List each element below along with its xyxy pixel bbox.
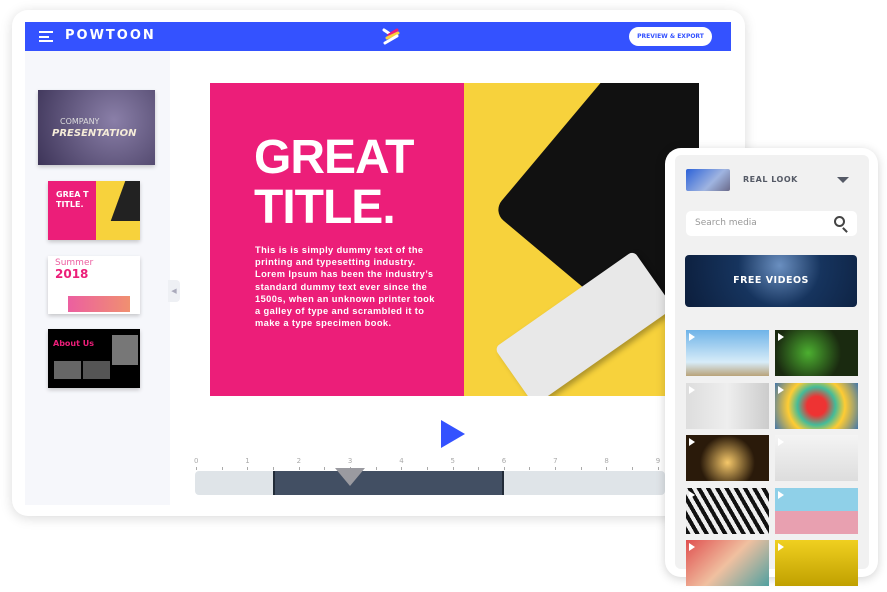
timeline-tick [426,467,428,470]
chart-image [68,296,130,312]
timeline-tick [401,467,403,470]
menu-icon[interactable] [39,31,53,42]
slide-canvas[interactable]: GREAT TITLE. This is is simply dummy text… [210,83,699,396]
play-icon [778,490,784,499]
play-icon [778,333,784,341]
slide-title[interactable]: GREAT TITLE. [254,131,414,234]
timeline-tick [657,467,659,470]
timeline-tick [196,467,197,470]
play-icon [778,438,784,446]
timeline-tick [375,467,377,470]
slide-thumbnail-1[interactable]: COMPANY PRESENTATION [38,90,155,165]
timeline-tick-label: 3 [347,457,353,465]
timeline-tick [324,467,326,470]
play-icon [689,385,695,394]
media-item-umbrellas[interactable] [775,382,858,429]
tablet-image [110,181,140,221]
powtoon-brand-icon [382,28,400,45]
timeline-tick-label: 8 [604,457,609,465]
thumb-text: TITLE. [56,200,84,209]
timeline-tick-label: 1 [245,457,250,465]
timeline-tick [503,467,505,470]
timeline-tick-label: 6 [501,457,507,465]
media-item-sky-jump[interactable] [686,330,769,376]
app-header: POWTOON PREVIEW & EXPORT [25,22,731,51]
collapse-sidebar-button[interactable]: ◀ [168,280,180,302]
timeline-tick-label: 0 [194,457,199,465]
timeline-tick [632,467,634,470]
play-icon [689,333,695,341]
search-icon[interactable] [834,216,845,227]
slide-thumbnail-4[interactable]: About Us [48,329,140,388]
timeline-clip[interactable] [272,471,504,495]
play-icon [689,543,695,551]
thumb-text: 2018 [55,267,89,281]
free-videos-banner[interactable]: FREE VIDEOS [685,255,857,307]
timeline-tick [529,467,531,470]
thumb-text: About Us [53,339,94,348]
timeline-tick-label: 9 [655,457,661,465]
timeline-tick-label: 7 [553,457,558,465]
thumb-text: PRESENTATION [52,128,137,139]
timeline-tick [221,467,223,470]
title-line: GREAT [254,131,414,184]
timeline-tick [247,467,249,470]
play-icon [689,490,695,499]
timeline-tick [580,467,582,470]
title-line: TITLE. [254,181,396,234]
timeline-tick [478,467,480,470]
slide-thumbnail-3[interactable]: Summer 2018 [48,256,140,314]
thumb-text: COMPANY [60,117,100,126]
media-item-lizard[interactable] [775,330,858,376]
timeline-tick-label: 2 [296,457,302,465]
playhead-handle[interactable] [334,468,365,486]
timeline-tick [452,467,454,470]
category-thumbnail [686,169,730,191]
media-item-abstract[interactable] [686,540,769,586]
timeline-tick-label: 5 [450,457,455,465]
media-item-people[interactable] [686,382,769,429]
timeline-tick [272,467,274,470]
play-icon [778,543,784,551]
chevron-down-icon[interactable] [837,177,849,183]
timeline-tick [555,467,557,470]
timeline-tick [606,467,608,470]
category-dropdown[interactable]: REAL LOOK [743,175,798,184]
search-input[interactable]: Search media [686,211,857,236]
timeline-tick-label: 4 [399,457,404,465]
slide-pink-panel: GREAT TITLE. This is is simply dummy text… [210,83,464,396]
timeline-tick [298,467,300,470]
thumb-text: GREA T [56,190,89,199]
photo [54,361,81,379]
slide-image[interactable] [464,83,699,396]
photo [83,361,110,379]
photo [112,335,138,365]
media-item-zebra[interactable] [686,487,769,534]
preview-export-button[interactable]: PREVIEW & EXPORT [629,27,712,46]
play-icon [689,438,695,446]
play-icon [778,385,784,394]
media-item-cupcakes[interactable] [775,487,858,534]
search-placeholder: Search media [695,218,757,228]
logo[interactable]: POWTOON [65,28,156,43]
media-item-sparkler-cool[interactable] [686,435,769,481]
slide-thumbnail-2[interactable]: GREA T TITLE. [48,181,140,240]
slide-body-text[interactable]: This is is simply dummy text of the prin… [255,244,435,329]
media-item-yellow[interactable] [775,540,858,586]
media-item-keyboard[interactable] [775,435,858,481]
play-icon[interactable] [441,420,465,448]
